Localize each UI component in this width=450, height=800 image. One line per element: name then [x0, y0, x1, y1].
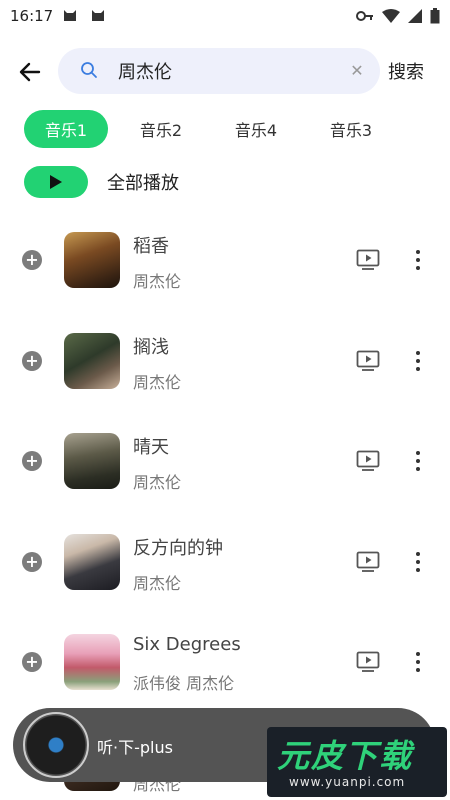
song-title: Six Degrees — [133, 634, 241, 655]
album-cover — [64, 634, 120, 690]
vinyl-disc-icon[interactable] — [23, 712, 89, 778]
tab-music1[interactable]: 音乐1 — [24, 110, 108, 148]
search-button[interactable]: 搜索 — [388, 58, 424, 84]
add-icon[interactable]: + — [22, 350, 42, 371]
song-title: 搁浅 — [133, 336, 169, 358]
add-icon[interactable]: + — [22, 250, 42, 270]
status-time: 16:17 — [10, 7, 54, 25]
cat-icon — [64, 10, 77, 21]
song-row[interactable]: + 搁浅 周杰伦 — [0, 311, 450, 412]
player-title: 听·下-plus — [97, 738, 173, 757]
source-tabs: 音乐1 音乐2 音乐4 音乐3 — [24, 110, 404, 148]
album-cover — [64, 433, 120, 489]
tab-music3[interactable]: 音乐3 — [309, 110, 393, 148]
more-icon[interactable] — [408, 650, 428, 674]
song-row[interactable]: + Six Degrees 派伟俊 周杰伦 — [0, 612, 450, 713]
play-all-button[interactable] — [24, 166, 88, 198]
back-arrow-icon — [19, 62, 41, 82]
add-icon[interactable]: + — [22, 551, 42, 572]
more-icon[interactable] — [408, 349, 428, 373]
mv-icon[interactable] — [356, 249, 380, 271]
song-artist: 周杰伦 — [133, 372, 182, 392]
song-row[interactable]: + 反方向的钟 周杰伦 — [0, 512, 450, 613]
wifi-icon — [382, 9, 400, 23]
mv-icon[interactable] — [356, 551, 380, 573]
album-cover — [64, 533, 120, 590]
song-artist: 周杰伦 — [133, 473, 182, 492]
watermark-text: 元皮下载 — [277, 737, 414, 775]
more-icon[interactable] — [408, 449, 428, 473]
add-icon[interactable]: + — [22, 451, 42, 471]
song-title: 稻香 — [133, 236, 169, 257]
mv-icon[interactable] — [356, 651, 380, 673]
search-input[interactable] — [118, 56, 338, 86]
search-icon — [81, 62, 97, 78]
battery-icon — [430, 8, 440, 24]
tab-music2[interactable]: 音乐2 — [119, 110, 203, 148]
search-box: ✕ — [58, 48, 380, 94]
song-artist: 派伟俊 周杰伦 — [133, 674, 235, 693]
song-title: 反方向的钟 — [133, 537, 223, 559]
more-icon[interactable] — [408, 550, 428, 574]
album-cover — [64, 232, 120, 288]
play-all: 全部播放 — [24, 166, 179, 198]
search-row: ✕ 搜索 — [0, 48, 450, 94]
add-icon[interactable]: + — [22, 652, 42, 672]
mv-icon[interactable] — [356, 350, 380, 372]
watermark-logo: 元皮下载 www.yuanpi.com — [267, 727, 447, 797]
tab-music4[interactable]: 音乐4 — [214, 110, 298, 148]
album-cover — [64, 332, 120, 389]
cat-icon — [92, 10, 105, 21]
song-row[interactable]: + 晴天 周杰伦 — [0, 411, 450, 512]
mv-icon[interactable] — [356, 450, 380, 472]
song-title: 晴天 — [133, 437, 169, 458]
play-icon — [50, 175, 62, 189]
signal-icon — [408, 9, 422, 23]
back-button[interactable] — [16, 58, 44, 86]
play-all-label[interactable]: 全部播放 — [107, 169, 179, 195]
more-icon[interactable] — [408, 248, 428, 272]
song-artist: 周杰伦 — [133, 573, 182, 593]
song-artist: 周杰伦 — [133, 272, 182, 291]
status-icons — [356, 8, 440, 24]
song-row[interactable]: + 稻香 周杰伦 — [0, 210, 450, 311]
status-bar: 16:17 — [0, 0, 450, 32]
watermark-url: www.yuanpi.com — [289, 775, 406, 789]
clear-icon[interactable]: ✕ — [348, 62, 366, 80]
vpn-key-icon — [356, 11, 373, 21]
